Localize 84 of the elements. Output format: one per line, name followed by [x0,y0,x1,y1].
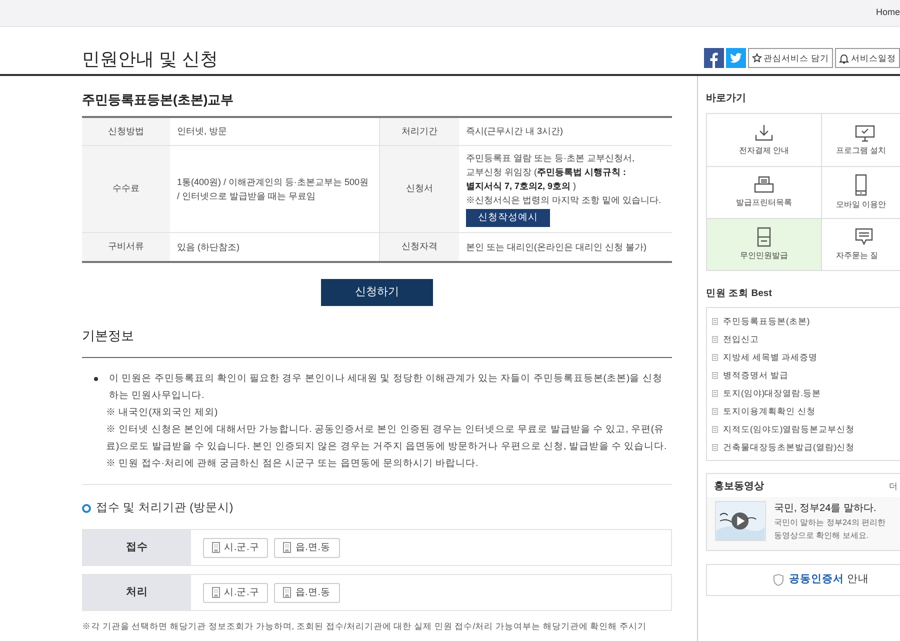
best-item[interactable]: 토지이용계획확인 신청 [723,404,816,418]
table-label: 구비서류 [108,240,144,253]
document-icon [712,318,718,325]
office-button[interactable]: 시.군.구 [203,582,268,603]
table-label: 신청서 [406,182,433,196]
note-text: ※ 민원 접수·처리에 관해 궁금하신 점은 시군구 또는 읍면동에 문의하시기 바랍니다. [106,457,480,471]
document-icon [712,354,718,361]
bullet-icon [94,377,98,381]
building-icon [212,542,220,554]
table-value: 있음 (하단참조) [177,240,240,254]
apply-button[interactable]: 신청하기 [321,278,433,306]
document-icon [712,444,718,451]
quick-link-label: 프로그램 설치 [836,144,886,156]
action-button[interactable]: 관심서비스 담기 [748,48,833,68]
section-title: 기본정보 [82,326,672,358]
table-value: 인터넷, 방문 [177,125,228,138]
table-label: 수수료 [112,182,140,196]
office-button[interactable]: 시.군.구 [203,538,268,558]
example-button[interactable]: 신청작성예시 [466,209,550,227]
quick-link[interactable]: 모바일 이용안 [821,166,900,218]
table-value: 주민등록표 열람 또는 등·초본 교부신청서, [466,152,636,165]
table-value: 별지서식 7, 7호의2, 9호의 ) [466,180,578,193]
document-icon [712,336,718,343]
table-value: 교부신청 위임장 (주민등록법 시행규칙 : [466,166,627,179]
footnote: ※각 기관을 선택하면 해당기관 정보조회가 가능하며, 조회된 접수/처리기관에 대한 실제 민원 접수/처리 가능여부는 해당기관에 확인해 주시기 [82,621,647,632]
service-title: 주민등록표등본(초본)교부 [82,91,235,109]
table-value: 본인 또는 대리인(온라인은 대리인 신청 불가) [466,240,648,254]
best-item[interactable]: 지적도(임야도)열람등본교부신청 [723,422,855,436]
best-item[interactable]: 병적증명서 발급 [723,368,788,382]
speech-bubble-icon [854,227,874,247]
quick-link-label: 무인민원발급 [740,250,788,262]
video-description: 국민이 말하는 정부24의 편리한 [774,517,886,530]
kiosk-icon [757,227,771,247]
table-value: 즉시(근무시간 내 3시간) [466,125,564,138]
quick-link[interactable]: 무인민원발급 [707,218,821,270]
quick-link-label: 발급프린터목록 [736,197,792,209]
office-button[interactable]: 읍.면.동 [274,538,340,558]
phone-icon [854,174,868,196]
table-label: 처리기간 [402,124,438,138]
agency-label: 접수 [126,540,148,555]
facebook-icon[interactable] [704,48,724,68]
quick-links-title: 바로가기 [706,92,747,106]
monitor-icon [854,124,876,142]
info-paragraph: 이 민원은 주민등록표의 확인이 필요한 경우 본인이나 세대원 및 정당한 이해관계가 있는 자들이 주민등록표등본(초본)을 신청하는 민원사무입니다. [108,372,664,403]
page-title: 민원안내 및 신청 [82,50,218,68]
star-icon [752,53,762,63]
home-link[interactable]: Home [876,6,900,20]
section-subtitle: 접수 및 처리기관 (방문시) [96,501,234,516]
quick-link-label: 전자결제 안내 [738,144,790,156]
table-label: 신청자격 [402,240,438,253]
agency-label: 처리 [126,584,148,600]
quick-link-label: 모바일 이용안 [836,199,886,211]
twitter-icon[interactable] [726,48,746,68]
best-title: 민원 조회 Best [706,287,773,301]
building-icon [283,587,292,598]
bell-icon [839,52,849,64]
video-headline: 국민, 정부24를 말하다. [774,502,878,516]
note-text: ※ 인터넷 신청은 본인에 대해서만 가능합니다. 공동인증서로 본인 인증된 경우는 인터넷으로 무료로 발급받을 수 있고, 우편(유료)으로도 발급받을 수 있습니다. 본인 인증되지 않은 경우는 거주지 읍면동에 방문하거나 우편으로 신청, 발급받을 수 있습니다. [106,423,668,454]
download-icon [754,124,774,142]
building-icon [283,542,292,554]
shield-icon [773,574,784,586]
certificate-button[interactable]: 공동인증서 안내 [706,564,900,596]
more-link[interactable]: 더 [889,480,898,494]
video-title: 홍보동영상 [714,480,764,494]
best-item[interactable]: 건축물대장등초본발급(열람)신청 [723,440,855,454]
document-icon [712,390,718,397]
best-item[interactable]: 지방세 세목별 과세증명 [723,350,818,364]
table-value: ※신청서식은 법령의 마지막 조항 밑에 있습니다. [466,194,662,207]
best-item[interactable]: 주민등록표등본(초본) [723,314,810,328]
document-icon [712,372,718,379]
quick-link-label: 자주묻는 질 [836,250,878,262]
table-label: 신청방법 [108,124,144,138]
document-icon [712,408,718,415]
best-item[interactable]: 전입신고 [723,332,759,346]
document-icon [712,426,718,433]
best-item[interactable]: 토지(임야)대장열람.등본 [723,386,822,400]
quick-link[interactable]: 자주묻는 질 [821,218,900,270]
office-button[interactable]: 읍.면.동 [274,582,340,603]
printer-icon [753,176,775,194]
video-description: 동영상으로 확인해 보세요. [774,530,870,542]
building-icon [212,587,220,598]
table-value: 1통(400원) / 이해관계인의 등·초본교부는 500원 / 인터넷으로 발급받을 때는 무료임 [177,176,370,203]
action-button[interactable]: 서비스일정 [835,48,900,68]
note-text: ※ 내국인(재외국인 제외) [106,406,219,420]
